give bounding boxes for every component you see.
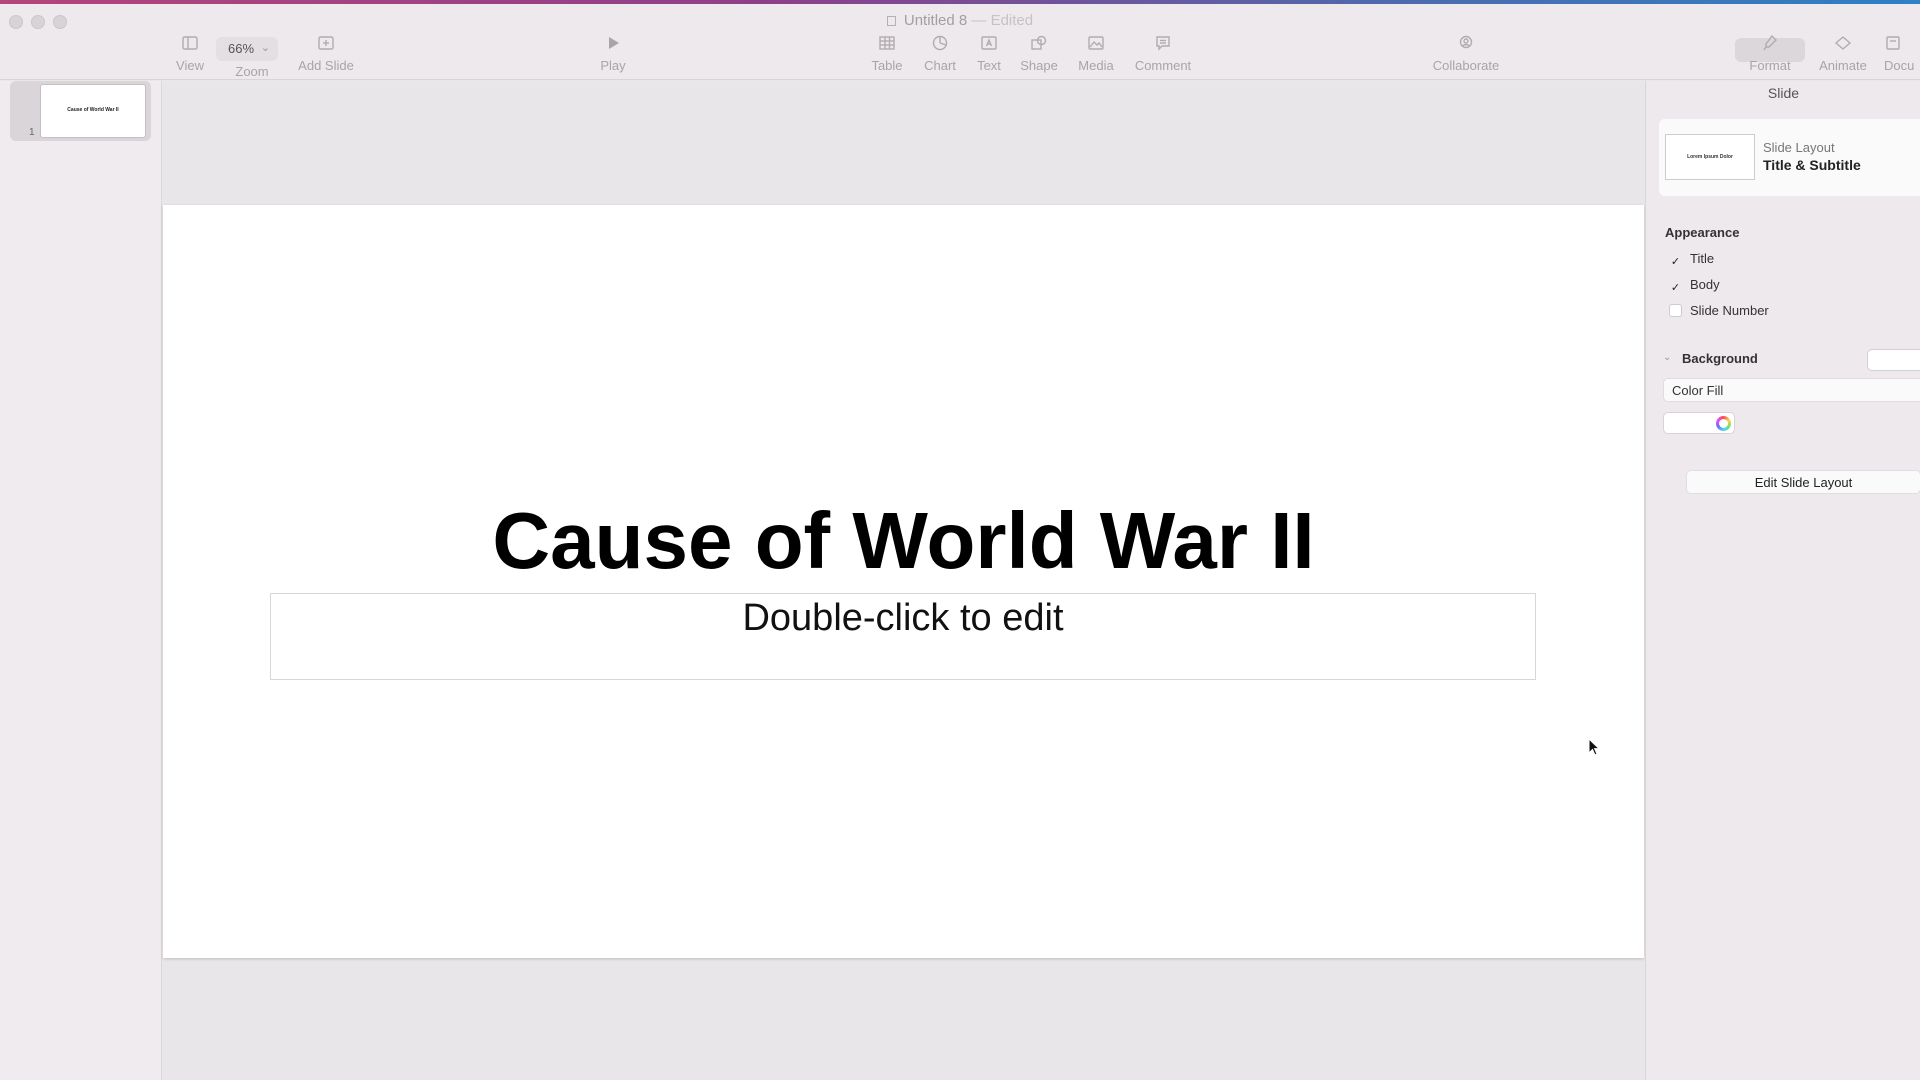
window-title: Untitled 8 — Edited	[0, 12, 1920, 29]
comment-label: Comment	[1134, 58, 1192, 73]
slide-layout-picker[interactable]: Lorem Ipsum Dolor Slide Layout Title & S…	[1659, 119, 1920, 196]
color-wheel-icon[interactable]	[1716, 416, 1731, 431]
title-checkbox-label: Title	[1690, 251, 1715, 266]
mouse-cursor-icon	[1588, 738, 1601, 756]
slide-canvas: Cause of World War II Double-click to ed…	[163, 81, 1644, 1080]
paintbrush-icon	[1730, 34, 1810, 54]
document-panel-icon	[1884, 34, 1920, 54]
toolbar: Untitled 8 — Edited View 66% ⌄ Zoom Add …	[0, 4, 1920, 80]
document-status: Edited	[990, 12, 1034, 29]
slide-number-checkbox-label: Slide Number	[1690, 303, 1769, 318]
format-inspector: Slide Lorem Ipsum Dolor Slide Layout Tit…	[1645, 81, 1920, 1080]
zoom-value: 66%	[228, 41, 255, 56]
slide-number-checkbox[interactable]	[1669, 304, 1682, 317]
collaborate-icon	[1426, 34, 1506, 54]
document-button[interactable]: Docu	[1862, 34, 1920, 73]
comment-icon	[1123, 34, 1203, 54]
layout-caption: Slide Layout	[1763, 140, 1835, 155]
slide-title[interactable]: Cause of World War II	[163, 495, 1644, 587]
add-slide-label: Add Slide	[298, 58, 354, 73]
layout-name: Title & Subtitle	[1763, 157, 1861, 173]
format-button[interactable]: Format	[1730, 34, 1810, 73]
layout-thumbnail: Lorem Ipsum Dolor	[1665, 134, 1755, 180]
add-slide-button[interactable]: Add Slide	[286, 34, 366, 73]
slide-number-checkbox-row[interactable]: Slide Number	[1669, 303, 1769, 318]
zoom-label-wrap: Zoom	[212, 64, 292, 79]
subtitle-placeholder[interactable]: Double-click to edit	[270, 593, 1536, 680]
document-name: Untitled 8	[903, 12, 968, 29]
chevron-down-icon[interactable]: ⌄	[1663, 352, 1671, 363]
zoom-label: Zoom	[235, 64, 269, 79]
title-separator: —	[971, 12, 987, 29]
background-heading[interactable]: Background	[1682, 351, 1758, 366]
comment-button[interactable]: Comment	[1123, 34, 1203, 73]
title-checkbox[interactable]: ✓	[1669, 255, 1682, 268]
slide-number: 1	[29, 127, 35, 138]
background-preset-well[interactable]	[1867, 349, 1920, 371]
slide[interactable]: Cause of World War II Double-click to ed…	[163, 205, 1644, 958]
format-label: Format	[1749, 58, 1791, 73]
inspector-tab-slide[interactable]: Slide	[1646, 85, 1920, 101]
fill-type-select[interactable]: Color Fill	[1663, 378, 1920, 402]
document-icon	[886, 16, 896, 26]
slide-navigator: 1 Cause of World War II	[0, 81, 162, 1080]
edit-slide-layout-button[interactable]: Edit Slide Layout	[1686, 470, 1920, 494]
collaborate-label: Collaborate	[1432, 58, 1500, 73]
play-icon	[573, 34, 653, 54]
body-checkbox[interactable]: ✓	[1669, 281, 1682, 294]
slide-thumbnail[interactable]: Cause of World War II	[40, 84, 146, 138]
collaborate-button[interactable]: Collaborate	[1426, 34, 1506, 73]
zoom-select[interactable]: 66% ⌄	[216, 37, 278, 61]
document-label: Docu	[1884, 58, 1915, 73]
add-slide-icon	[286, 34, 366, 54]
background-color-well[interactable]	[1663, 412, 1735, 434]
slide-subtitle[interactable]: Double-click to edit	[271, 597, 1535, 640]
chevron-down-icon: ⌄	[260, 42, 270, 54]
appearance-heading: Appearance	[1665, 225, 1740, 240]
slide-thumbnail-selection[interactable]: 1 Cause of World War II	[10, 81, 151, 141]
body-checkbox-label: Body	[1690, 277, 1720, 292]
body-checkbox-row[interactable]: ✓ Body	[1669, 277, 1720, 294]
play-label: Play	[600, 58, 626, 73]
title-checkbox-row[interactable]: ✓ Title	[1669, 251, 1714, 268]
play-button[interactable]: Play	[573, 34, 653, 73]
